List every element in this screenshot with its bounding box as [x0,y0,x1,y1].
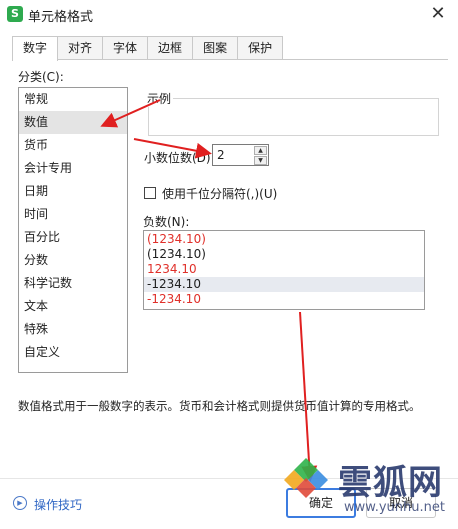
negative-format-item[interactable]: -1234.10 [144,277,424,292]
close-icon[interactable]: ✕ [428,4,448,24]
spin-down-icon[interactable]: ▼ [254,156,267,165]
category-item-date[interactable]: 日期 [19,180,127,203]
tab-protection[interactable]: 保护 [237,36,284,60]
sample-box [148,98,439,136]
play-icon[interactable]: ▶ [13,496,27,510]
decimal-places-value[interactable]: 2 [217,148,225,162]
annotation-arrow [299,311,318,482]
category-item-accounting[interactable]: 会计专用 [19,157,127,180]
category-item-special[interactable]: 特殊 [19,318,127,341]
category-item-time[interactable]: 时间 [19,203,127,226]
decimal-places-stepper[interactable]: 2 ▲ ▼ [212,144,269,166]
category-item-number[interactable]: 数值 [19,111,127,134]
category-item-fraction[interactable]: 分数 [19,249,127,272]
format-description: 数值格式用于一般数字的表示。货币和会计格式则提供货币值计算的专用格式。 [18,399,421,413]
negative-numbers-label: 负数(N): [143,215,190,229]
negative-numbers-list[interactable]: (1234.10) (1234.10) 1234.10 -1234.10 -12… [143,230,425,310]
category-label: 分类(C): [18,70,64,84]
tab-divider [12,59,448,60]
category-list[interactable]: 常规 数值 货币 会计专用 日期 时间 百分比 分数 科学记数 文本 特殊 自定… [18,87,128,373]
sample-label: 示例 [145,90,174,107]
tab-bar: 数字 对齐 字体 边框 图案 保护 [12,36,284,61]
category-item-percentage[interactable]: 百分比 [19,226,127,249]
negative-format-item[interactable]: 1234.10 [144,262,424,277]
decimal-places-label: 小数位数(D): [144,151,215,165]
negative-format-item[interactable]: -1234.10 [144,292,424,307]
dialog-title: 单元格格式 [28,10,94,25]
thousands-separator-label[interactable]: 使用千位分隔符(,)(U) [162,185,277,202]
category-item-currency[interactable]: 货币 [19,134,127,157]
category-item-general[interactable]: 常规 [19,88,127,111]
category-item-custom[interactable]: 自定义 [19,341,127,364]
negative-format-item[interactable]: (1234.10) [144,232,424,247]
negative-format-item[interactable]: (1234.10) [144,247,424,262]
tab-border[interactable]: 边框 [147,36,194,60]
watermark-text: 雲狐网 [338,463,443,503]
thousands-separator-checkbox[interactable] [144,187,156,199]
tab-pattern[interactable]: 图案 [192,36,239,60]
tab-font[interactable]: 字体 [102,36,149,60]
spin-up-icon[interactable]: ▲ [254,146,267,155]
app-logo-icon: S [7,6,23,22]
category-item-scientific[interactable]: 科学记数 [19,272,127,295]
title-bar: S 单元格格式 ✕ [0,0,458,30]
tips-link[interactable]: 操作技巧 [34,496,82,513]
watermark-url: www.yunhu.net [344,500,445,515]
watermark-logo-icon [284,458,328,498]
category-item-text[interactable]: 文本 [19,295,127,318]
tab-number[interactable]: 数字 [12,36,59,61]
tab-alignment[interactable]: 对齐 [57,36,104,60]
